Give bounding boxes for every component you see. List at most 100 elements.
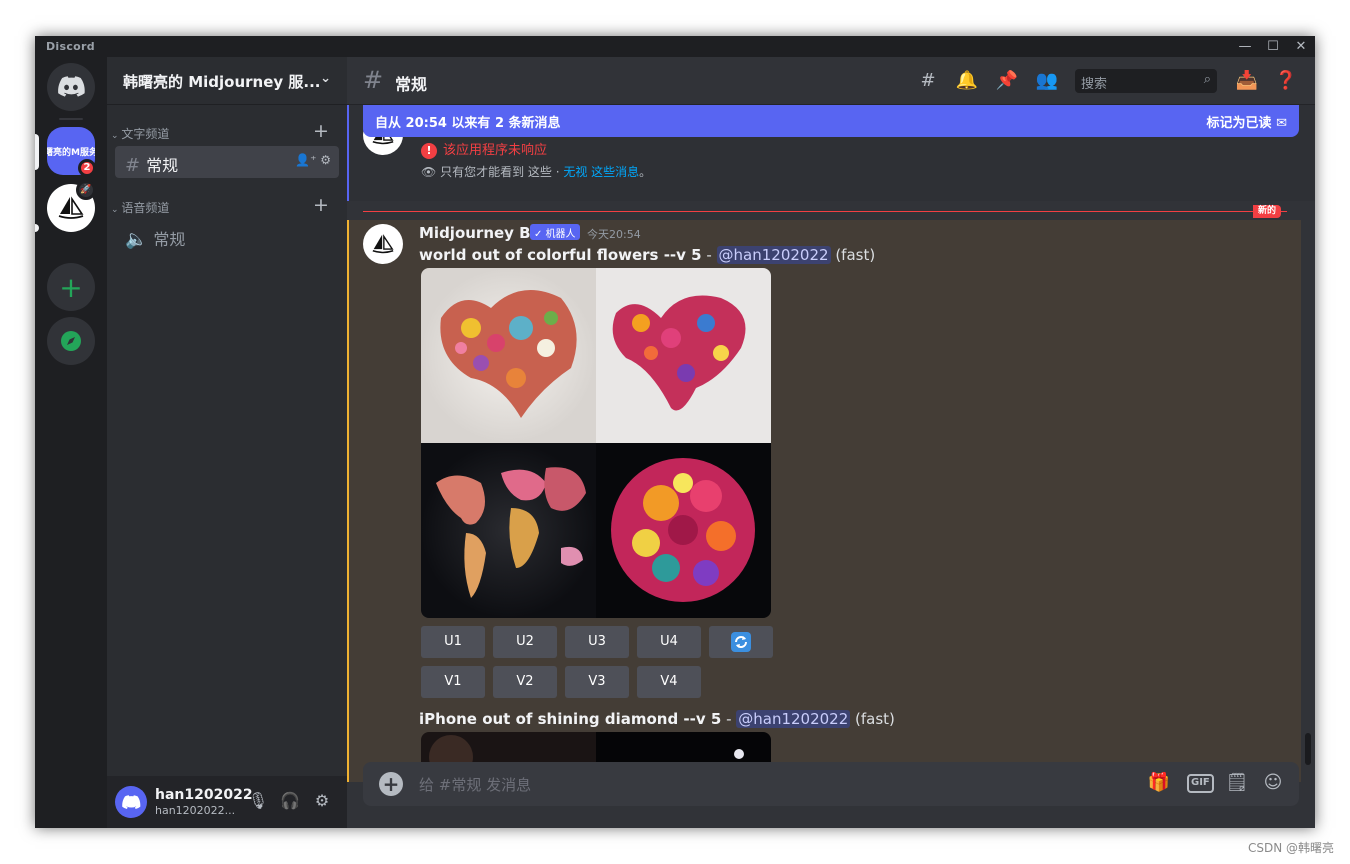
boost-icon: 🚀 [76,180,96,200]
eye-icon: 👁 [421,165,441,179]
bell-icon[interactable]: 🔔 [955,70,979,94]
home-button[interactable] [47,63,95,111]
new-messages-text: 自从 20:54 以来有 2 条新消息 [375,116,561,131]
prompt-line: iPhone out of shining diamond --v 5 - @h… [419,710,895,728]
members-icon[interactable]: 👥 [1035,70,1059,94]
server-rail: 曙亮的M服务 2 🚀 + [35,57,107,828]
minimize-button[interactable]: — [1231,37,1259,56]
create-channel-button[interactable]: + [313,194,329,216]
prompt-text: iPhone out of shining diamond --v 5 [419,710,722,728]
bot-badge: ✓ 机器人 [530,224,580,240]
channel-item-general[interactable]: # 常规 👤⁺ ⚙ [115,146,339,178]
ephemeral-note: 👁 只有您才能看到 这些 · 无视 这些消息。 [421,165,652,179]
sticker-icon[interactable]: 🗒 [1225,772,1249,796]
username: han1202022 [155,787,253,803]
emoji-icon[interactable]: ☺ [1261,772,1285,796]
channel-title: 常规 [395,75,428,94]
new-label: 新的 [1253,205,1282,218]
discord-logo-icon [58,76,85,97]
search-icon: ⌕ [1203,72,1211,87]
invite-icon[interactable]: 👤⁺ [295,153,316,167]
bot-message: Midjourney Bot ✓ 机器人 今天20:54 world out o… [347,220,1301,782]
error-icon: ! [421,143,437,159]
discord-window: Discord — ☐ ✕ 曙亮的M服务 2 🚀 + 韩曙亮的 Midjourn… [35,36,1315,828]
search-input[interactable]: 搜索 ⌕ [1075,69,1217,93]
variation-button-2[interactable]: V2 [493,666,557,698]
hashtag-icon: # [125,155,141,176]
error-line: ! 该应用程序未响应 [421,139,547,159]
category-label: 语音频道 [121,201,170,215]
category-text-channels[interactable]: ⌄ 文字频道 + [111,120,329,142]
search-placeholder: 搜索 [1081,77,1108,92]
chevron-down-icon: ⌄ [111,131,122,141]
channel-sidebar: 韩曙亮的 Midjourney 服... ⌄ ⌄ 文字频道 + # 常规 👤⁺ ⚙… [107,57,347,828]
gear-icon[interactable]: ⚙ [311,791,333,813]
user-tag: han1202022... [155,804,236,817]
pin-icon[interactable]: 📌 [995,70,1019,94]
gif-button[interactable]: GIF [1187,774,1214,793]
midjourney-boat-icon [372,234,394,254]
variation-button-4[interactable]: V4 [637,666,701,698]
scrollbar-thumb[interactable] [1305,733,1311,765]
user-mention[interactable]: @han1202022 [736,710,851,728]
user-panel: han1202022 han1202022... 🎙 🎧 ⚙ [107,776,347,828]
channel-label: 常规 [153,230,186,249]
add-attachment-button[interactable]: + [379,772,403,796]
variation-button-3[interactable]: V3 [565,666,629,698]
bot-avatar[interactable] [363,224,403,264]
mention-badge: 2 [78,159,96,177]
rail-separator [59,118,83,120]
gift-icon[interactable]: 🎁 [1147,772,1171,796]
message-input-placeholder: 给 #常规 发消息 [419,776,532,794]
threads-icon[interactable]: # [916,70,940,94]
app-title: Discord [46,40,95,53]
guild-name: 韩曙亮的 Midjourney 服... [123,73,321,91]
explore-servers-button[interactable] [47,317,95,365]
new-messages-divider [363,211,1287,212]
variation-button-1[interactable]: V1 [421,666,485,698]
help-icon[interactable]: ❓ [1274,70,1298,94]
prompt-line: world out of colorful flowers --v 5 - @h… [419,246,876,264]
hashtag-icon: # [363,66,384,94]
author-name[interactable]: Midjourney Bot [419,224,548,242]
unread-pill [35,224,39,232]
maximize-button[interactable]: ☐ [1259,37,1287,56]
message-composer[interactable]: + 给 #常规 发消息 🎁 GIF 🗒 ☺ [363,762,1299,806]
dismiss-link[interactable]: 无视 这些消息 [563,165,639,179]
image-grid[interactable] [421,268,771,618]
gear-icon[interactable]: ⚙ [320,153,331,167]
guild-header[interactable]: 韩曙亮的 Midjourney 服... ⌄ [107,57,347,105]
add-server-button[interactable]: + [47,263,95,311]
user-mention[interactable]: @han1202022 [716,246,831,264]
refresh-icon [731,632,751,652]
mark-as-read-button[interactable]: 标记为已读 ✉ [1207,112,1287,131]
headphones-icon[interactable]: 🎧 [279,791,301,813]
error-text: 该应用程序未响应 [443,143,548,158]
mark-read-icon: ✉ [1276,116,1287,131]
title-bar: Discord — ☐ ✕ [35,36,1315,57]
server-label: 曙亮的M服务 [47,147,95,158]
speaker-icon: 🔈 [125,229,148,250]
reroll-button[interactable] [709,626,773,658]
category-voice-channels[interactable]: ⌄ 语音频道 + [111,194,329,216]
close-button[interactable]: ✕ [1287,37,1315,56]
category-label: 文字频道 [121,127,170,141]
voice-channel-item-general[interactable]: 🔈 常规 [115,220,339,252]
selected-server-pill [35,134,39,170]
chat-area: # 常规 # 🔔 📌 👥 搜索 ⌕ 📥 ❓ ! 该应用程序未响应 👁 只有您才能看… [347,57,1315,828]
prompt-text: world out of colorful flowers --v 5 [419,246,702,264]
upscale-button-3[interactable]: U3 [565,626,629,658]
watermark: CSDN @韩曙亮 [1247,841,1334,855]
upscale-button-2[interactable]: U2 [493,626,557,658]
inbox-icon[interactable]: 📥 [1235,70,1259,94]
avatar[interactable] [115,786,147,818]
chevron-down-icon: ⌄ [320,71,331,86]
new-messages-bar[interactable]: 自从 20:54 以来有 2 条新消息 标记为已读 ✉ [363,105,1299,137]
microphone-icon[interactable]: 🎙 [247,791,269,813]
channel-label: 常规 [146,156,179,175]
chevron-down-icon: ⌄ [111,205,122,215]
upscale-button-4[interactable]: U4 [637,626,701,658]
upscale-button-1[interactable]: U1 [421,626,485,658]
create-channel-button[interactable]: + [313,120,329,142]
compass-icon [61,331,81,351]
